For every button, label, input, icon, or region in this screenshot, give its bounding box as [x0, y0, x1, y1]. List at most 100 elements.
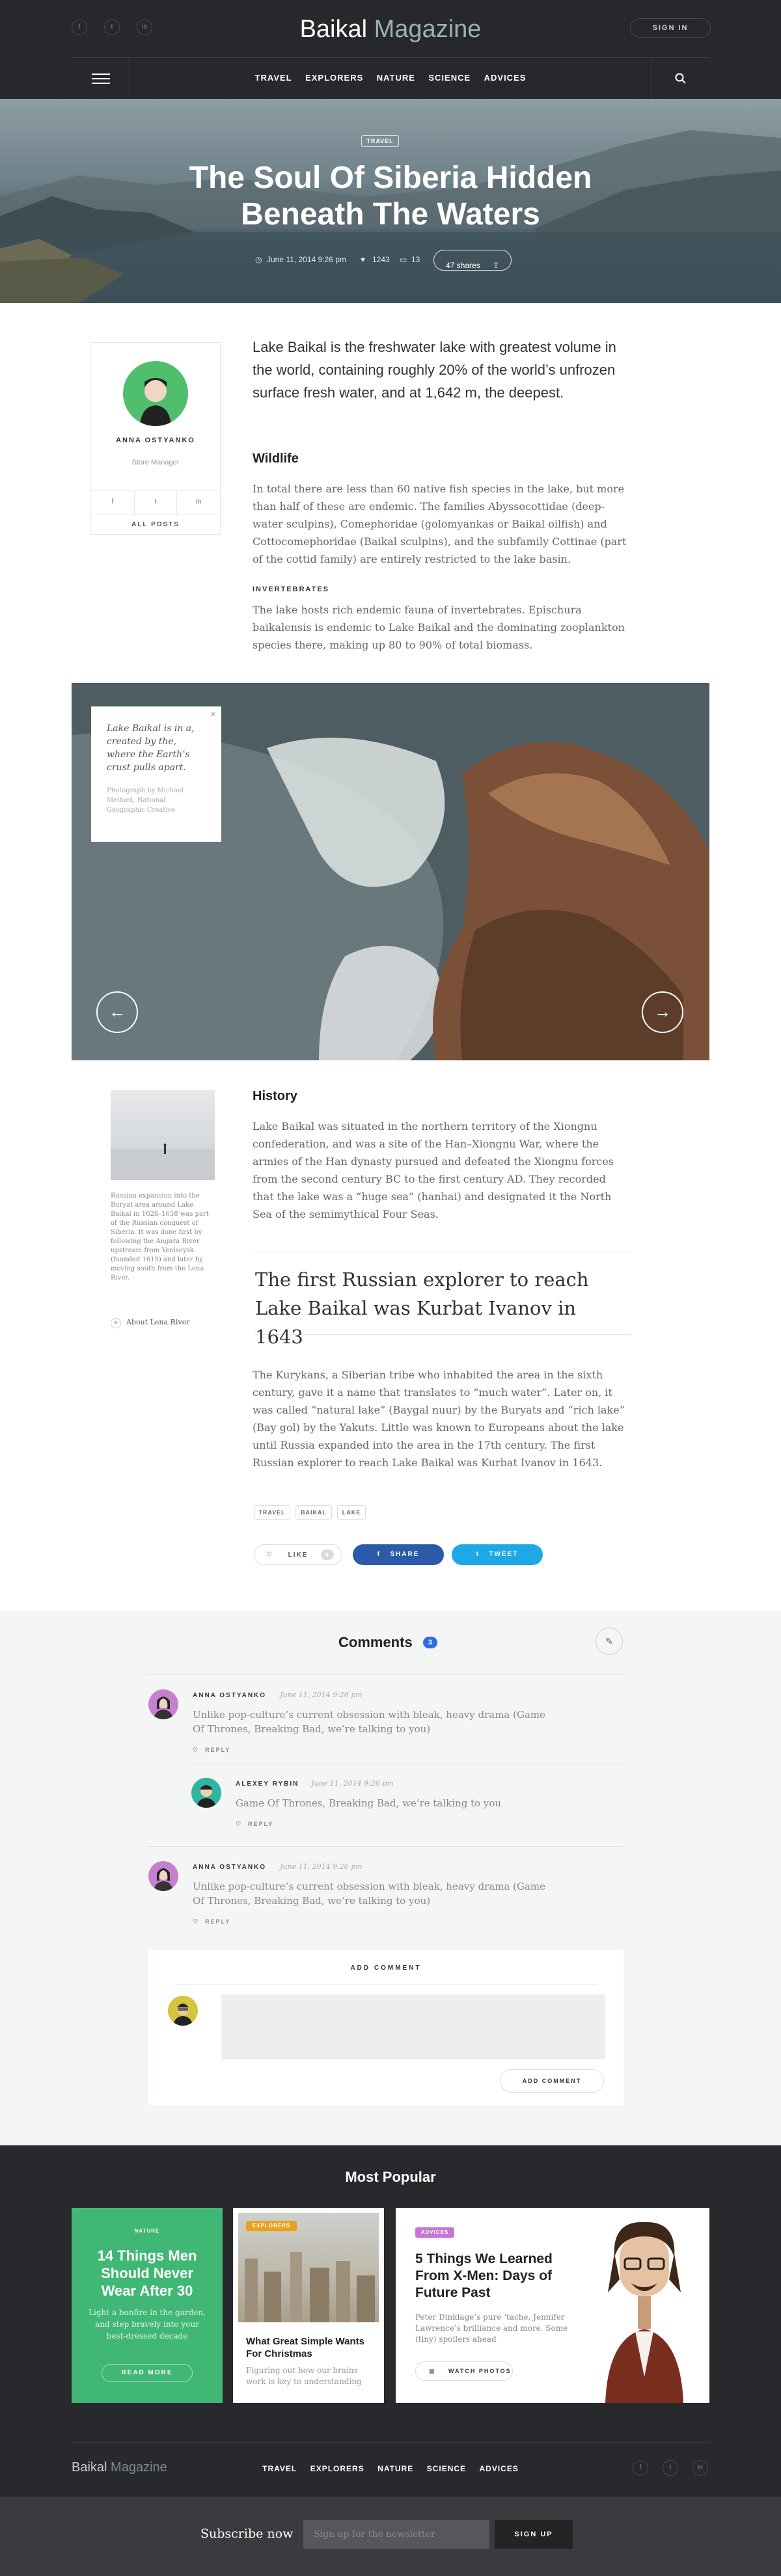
- popular-card-advices[interactable]: ADVICES 5 Things We Learned From X-Men: …: [396, 2208, 709, 2403]
- nav-nature[interactable]: NATURE: [377, 73, 415, 83]
- card-title: 5 Things We Learned From X-Men: Days of …: [415, 2251, 553, 2300]
- footer-nav-explorers[interactable]: EXPLORERS: [310, 2464, 364, 2473]
- post-date: June 11, 2014 9:26 pm: [267, 255, 346, 264]
- comment-date: June 11, 2014 9:26 pm: [280, 1862, 363, 1871]
- comment-item: ALEXEY RYBIN June 11, 2014 9:26 pm Game …: [190, 1763, 623, 1840]
- facebook-icon[interactable]: f: [91, 490, 134, 515]
- reply-icon: ♡: [193, 1747, 200, 1753]
- like-label: LIKE: [288, 1551, 308, 1559]
- arrow-right-icon[interactable]: →: [642, 991, 683, 1033]
- close-icon[interactable]: ✕: [210, 710, 216, 719]
- comment-textarea[interactable]: [221, 1994, 605, 2059]
- tag-travel[interactable]: TRAVEL: [254, 1505, 290, 1520]
- twitter-icon: t: [476, 1551, 480, 1558]
- card-title: 14 Things Men Should Never Wear After 30: [97, 2247, 197, 2299]
- avatar[interactable]: [148, 1689, 178, 1719]
- author-name[interactable]: ANNA OSTYANKO: [91, 435, 220, 446]
- author-card: ANNA OSTYANKO Store Manager f t in ALL P…: [90, 342, 221, 535]
- history-heading: History: [253, 1089, 297, 1103]
- footer-nav-advices[interactable]: ADVICES: [480, 2464, 519, 2473]
- reply-button[interactable]: ♡ REPLY: [236, 1821, 273, 1828]
- tag-baikal[interactable]: BAIKAL: [295, 1505, 332, 1520]
- nav-travel[interactable]: TRAVEL: [255, 73, 292, 83]
- camera-icon: ▣: [429, 2368, 436, 2374]
- comment-item: ANNA OSTYANKO June 11, 2014 9:26 pm Unli…: [147, 1846, 623, 1937]
- facebook-icon: f: [377, 1551, 381, 1558]
- wildlife-heading: Wildlife: [253, 451, 299, 466]
- comments-title: Comments: [338, 1634, 413, 1650]
- like-count: 4: [321, 1550, 334, 1560]
- reply-button[interactable]: ♡ REPLY: [193, 1918, 230, 1925]
- brand-first: Baikal: [299, 16, 368, 43]
- footer-nav-nature[interactable]: NATURE: [377, 2464, 413, 2473]
- nav-science[interactable]: SCIENCE: [428, 73, 471, 83]
- card-title: What Great Simple Wants For Christmas: [246, 2336, 364, 2359]
- site-header: f t in Baikal Magazine SIGN IN TRAVEL EX…: [0, 0, 781, 100]
- author-role: Store Manager: [131, 459, 180, 466]
- clock-icon: ◷: [255, 255, 262, 264]
- facebook-icon[interactable]: f: [633, 2460, 648, 2476]
- twitter-icon[interactable]: t: [134, 490, 177, 515]
- reply-button[interactable]: ♡ REPLY: [193, 1747, 230, 1754]
- twitter-icon[interactable]: t: [663, 2460, 678, 2476]
- footer-nav-science[interactable]: SCIENCE: [427, 2464, 466, 2473]
- hero-category-tag[interactable]: TRAVEL: [361, 135, 399, 147]
- popular-card-explorers[interactable]: EXPLORERS What Great Simple Wants For Ch…: [233, 2208, 384, 2403]
- footer-nav-travel[interactable]: TRAVEL: [262, 2464, 297, 2473]
- comment-author[interactable]: ALEXEY RYBIN: [236, 1780, 299, 1788]
- search-icon[interactable]: [651, 58, 709, 100]
- card-badge: NATURE: [134, 2228, 160, 2234]
- card-text: Peter Dinklage’s pure ‘tache, Jennifer L…: [415, 2313, 568, 2344]
- arrow-left-icon[interactable]: ←: [96, 991, 138, 1033]
- share-label: SHARE: [390, 1551, 420, 1558]
- comment-date: June 11, 2014 9:26 pm: [311, 1779, 394, 1788]
- reply-label: REPLY: [248, 1821, 274, 1827]
- subscribe-title: Subscribe now: [200, 2527, 294, 2541]
- pencil-icon[interactable]: ✎: [596, 1628, 623, 1655]
- comment-icon: ▭: [400, 255, 407, 264]
- wildlife-text: In total there are less than 60 native f…: [253, 483, 627, 565]
- photo-quote-card: ✕ Lake Baikal is in a, created by the, w…: [91, 706, 221, 842]
- history-text: Lake Baikal was situated in the northern…: [253, 1120, 614, 1220]
- card-text: Figuring out how our brains work is key …: [246, 2366, 362, 2386]
- add-comment-button[interactable]: ADD COMMENT: [500, 2069, 604, 2093]
- like-button[interactable]: ♡ LIKE 4: [254, 1544, 342, 1565]
- add-comment-form: ADD COMMENT ADD COMMENT: [148, 1950, 623, 2105]
- likes-count: 1243: [372, 255, 390, 264]
- twitter-share-button[interactable]: t TWEET: [452, 1544, 543, 1565]
- comment-item: ANNA OSTYANKO June 11, 2014 9:26 pm Unli…: [147, 1674, 623, 1763]
- share-button[interactable]: 47 shares ⇪: [433, 250, 512, 271]
- read-more-button[interactable]: READ MORE: [102, 2364, 193, 2382]
- author-avatar[interactable]: [123, 361, 188, 426]
- sign-in-button[interactable]: SIGN IN: [630, 18, 711, 38]
- facebook-share-button[interactable]: f SHARE: [353, 1544, 444, 1565]
- heart-icon: ♡: [266, 1551, 273, 1559]
- popular-card-nature[interactable]: NATURE 14 Things Men Should Never Wear A…: [72, 2208, 223, 2403]
- pull-quote-text: The first Russian explorer to reach Lake…: [255, 1268, 589, 1348]
- sign-up-button[interactable]: SIGN UP: [495, 2520, 573, 2549]
- nav-advices[interactable]: ADVICES: [484, 73, 527, 83]
- comment-text: Unlike pop-culture’s current obsession w…: [193, 1881, 546, 1907]
- lena-river-link[interactable]: + About Lena River: [111, 1318, 189, 1328]
- card-badge: ADVICES: [415, 2227, 454, 2238]
- side-thumbnail[interactable]: [111, 1090, 215, 1180]
- nav-explorers[interactable]: EXPLORERS: [305, 73, 363, 83]
- avatar[interactable]: [148, 1861, 178, 1891]
- pull-quote: The first Russian explorer to reach Lake…: [254, 1252, 631, 1348]
- avatar[interactable]: [191, 1778, 221, 1808]
- instagram-icon[interactable]: in: [177, 490, 220, 515]
- comment-author[interactable]: ANNA OSTYANKO: [193, 1692, 266, 1699]
- instagram-icon[interactable]: in: [692, 2460, 708, 2476]
- heart-icon[interactable]: ♥: [361, 255, 365, 264]
- avatar: [168, 1996, 198, 2026]
- newsletter-input[interactable]: Sign up for the newsletter: [303, 2520, 489, 2549]
- all-posts-link[interactable]: ALL POSTS: [91, 515, 220, 535]
- tag-lake[interactable]: LAKE: [337, 1505, 366, 1520]
- article-photo: ✕ Lake Baikal is in a, created by the, w…: [72, 683, 709, 1060]
- watch-photos-button[interactable]: ▣ WATCH PHOTOS: [415, 2361, 513, 2381]
- reply-icon: ♡: [236, 1821, 243, 1827]
- history-text-2: The Kurykans, a Siberian tribe who inhab…: [253, 1369, 625, 1469]
- main-nav: TRAVEL EXPLORERS NATURE SCIENCE ADVICES: [72, 57, 709, 100]
- comment-author[interactable]: ANNA OSTYANKO: [193, 1864, 266, 1871]
- watch-photos-label: WATCH PHOTOS: [448, 2368, 512, 2374]
